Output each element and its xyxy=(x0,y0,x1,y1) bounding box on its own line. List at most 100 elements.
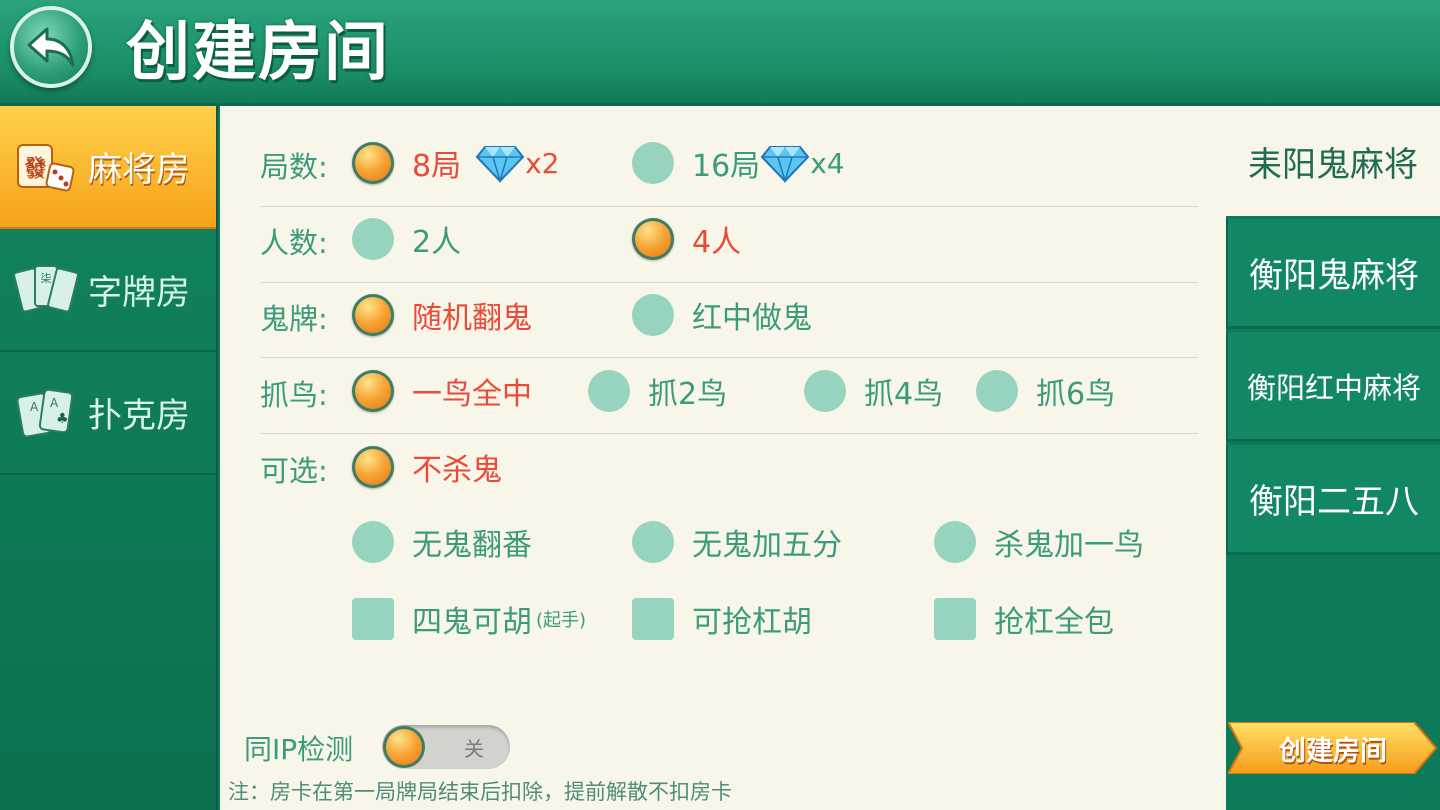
optional-no-ghost-double[interactable]: 无鬼翻番 xyxy=(352,520,532,564)
optional-label: 可选: xyxy=(260,454,328,488)
bird-option-one-all[interactable]: 一鸟全中 xyxy=(352,369,532,413)
option-label: 一鸟全中 xyxy=(412,377,532,412)
multiplier-label: x2 xyxy=(525,146,560,180)
game-tab-leiyang-ghost[interactable]: 耒阳鬼麻将 xyxy=(1226,106,1440,216)
checkbox[interactable] xyxy=(632,598,674,640)
ghost-label: 鬼牌: xyxy=(260,302,328,336)
game-tab-hengyang-red-center[interactable]: 衡阳红中麻将 xyxy=(1226,332,1440,442)
option-label: 随机翻鬼 xyxy=(412,301,532,336)
option-label: 16局 xyxy=(692,149,761,184)
game-tab-label: 衡阳红中麻将 xyxy=(1246,370,1421,405)
radio-unselected[interactable] xyxy=(632,294,674,336)
players-option-4[interactable]: 4人 xyxy=(632,217,741,261)
players-option-2[interactable]: 2人 xyxy=(352,217,461,261)
diamond-icon xyxy=(760,146,810,183)
optional-no-ghost-plus-five[interactable]: 无鬼加五分 xyxy=(632,520,842,564)
back-button[interactable] xyxy=(10,6,92,88)
radio-unselected[interactable] xyxy=(588,370,630,412)
checkbox-rob-kong-full-pay[interactable]: 抢杠全包 xyxy=(934,597,1114,641)
nav-item-mahjong-room[interactable]: 發 麻将房 xyxy=(0,106,216,229)
option-label: 无鬼翻番 xyxy=(412,528,532,563)
back-arrow-icon xyxy=(27,27,75,67)
checkbox-four-ghost-win[interactable]: 四鬼可胡 (起手) xyxy=(352,597,586,641)
radio-unselected[interactable] xyxy=(632,521,674,563)
game-tab-label: 衡阳鬼麻将 xyxy=(1249,256,1419,296)
row-divider xyxy=(260,282,1198,283)
checkbox[interactable] xyxy=(352,598,394,640)
toggle-knob[interactable] xyxy=(383,726,425,768)
option-label: 四鬼可胡 xyxy=(412,605,532,640)
bird-label: 抓鸟: xyxy=(260,378,328,412)
radio-unselected[interactable] xyxy=(352,218,394,260)
nav-item-label: 麻将房 xyxy=(88,150,190,190)
radio-selected[interactable] xyxy=(352,446,394,488)
svg-text:A: A xyxy=(50,396,59,410)
radio-unselected[interactable] xyxy=(352,521,394,563)
bird-option-4[interactable]: 抓4鸟 xyxy=(804,369,943,413)
checkbox[interactable] xyxy=(934,598,976,640)
create-room-label: 创建房间 xyxy=(1279,735,1387,767)
option-label: 2人 xyxy=(412,225,462,260)
checkbox-rob-kong-win[interactable]: 可抢杠胡 xyxy=(632,597,812,641)
option-label: 抢杠全包 xyxy=(994,605,1114,640)
row-divider xyxy=(260,206,1198,207)
option-label: 无鬼加五分 xyxy=(692,528,842,563)
svg-text:發: 發 xyxy=(24,156,46,181)
left-sidebar: 發 麻将房 柒 字牌房 A A ♣ 扑克房 xyxy=(0,106,218,810)
poker-cards-icon: A A ♣ xyxy=(14,381,78,445)
nav-item-label: 扑克房 xyxy=(88,396,190,436)
option-label: 抓6鸟 xyxy=(1036,377,1116,412)
option-label: 杀鬼加一鸟 xyxy=(994,528,1144,563)
optional-kill-ghost-plus-bird[interactable]: 杀鬼加一鸟 xyxy=(934,520,1144,564)
svg-text:柒: 柒 xyxy=(41,272,52,285)
rounds-option-16[interactable]: 16局 x4 xyxy=(632,141,845,185)
ip-check-toggle[interactable]: 关 xyxy=(382,725,510,769)
nav-item-poker-room[interactable]: A A ♣ 扑克房 xyxy=(0,352,216,475)
optional-no-kill-ghost[interactable]: 不杀鬼 xyxy=(352,445,502,489)
game-tab-label: 衡阳二五八 xyxy=(1249,482,1419,522)
radio-unselected[interactable] xyxy=(804,370,846,412)
players-label: 人数: xyxy=(260,226,328,260)
game-tab-hengyang-258[interactable]: 衡阳二五八 xyxy=(1226,445,1440,555)
create-room-button[interactable]: 创建房间 xyxy=(1228,722,1438,774)
bird-option-6[interactable]: 抓6鸟 xyxy=(976,369,1115,413)
radio-selected[interactable] xyxy=(352,294,394,336)
game-tab-hengyang-ghost[interactable]: 衡阳鬼麻将 xyxy=(1226,219,1440,329)
row-divider xyxy=(260,433,1198,434)
ghost-option-random[interactable]: 随机翻鬼 xyxy=(352,293,532,337)
option-label: 抓2鸟 xyxy=(648,377,728,412)
option-label: 可抢杠胡 xyxy=(692,605,812,640)
nav-item-zipai-room[interactable]: 柒 字牌房 xyxy=(0,229,216,352)
rounds-option-8[interactable]: 8局 x2 xyxy=(352,141,559,185)
radio-unselected[interactable] xyxy=(632,142,674,184)
option-label: 4人 xyxy=(692,225,742,260)
rounds-label: 局数: xyxy=(260,150,328,184)
room-card-note: 注：房卡在第一局牌局结束后扣除，提前解散不扣房卡 xyxy=(228,780,732,804)
radio-unselected[interactable] xyxy=(976,370,1018,412)
svg-text:A: A xyxy=(30,400,39,414)
diamond-icon xyxy=(475,146,525,183)
mahjong-tile-dice-icon: 發 xyxy=(14,135,78,199)
game-tab-label: 耒阳鬼麻将 xyxy=(1248,144,1418,185)
option-label: 不杀鬼 xyxy=(412,453,502,488)
toggle-state-text: 关 xyxy=(464,737,484,761)
radio-selected[interactable] xyxy=(352,142,394,184)
row-divider xyxy=(260,357,1198,358)
zipai-cards-icon: 柒 xyxy=(14,258,78,322)
multiplier-label: x4 xyxy=(810,146,845,180)
ip-check-label: 同IP检测 xyxy=(244,733,354,766)
option-label: 抓4鸟 xyxy=(864,377,944,412)
bird-option-2[interactable]: 抓2鸟 xyxy=(588,369,727,413)
option-label: 红中做鬼 xyxy=(692,301,812,336)
page-title: 创建房间 xyxy=(126,16,390,90)
radio-unselected[interactable] xyxy=(934,521,976,563)
options-panel: 局数: 8局 x2 16局 x4 人数: 2人 4人 鬼牌: 随机翻鬼 红中做鬼… xyxy=(220,106,1226,810)
right-sidebar: 耒阳鬼麻将 衡阳鬼麻将 衡阳红中麻将 衡阳二五八 xyxy=(1226,106,1440,810)
option-suffix: (起手) xyxy=(536,610,587,631)
svg-text:♣: ♣ xyxy=(56,411,69,427)
header-bar: 创建房间 xyxy=(0,0,1440,106)
nav-item-label: 字牌房 xyxy=(88,273,190,313)
radio-selected[interactable] xyxy=(352,370,394,412)
ghost-option-red-center[interactable]: 红中做鬼 xyxy=(632,293,812,337)
radio-selected[interactable] xyxy=(632,218,674,260)
